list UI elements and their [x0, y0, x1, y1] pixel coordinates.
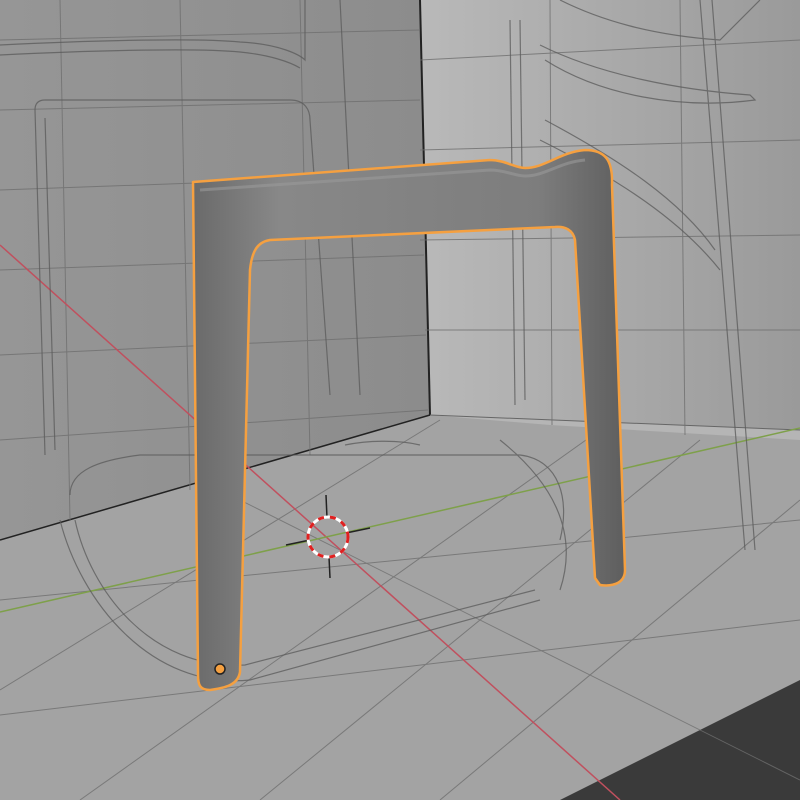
object-origin-point[interactable]	[214, 663, 226, 675]
3d-viewport[interactable]	[0, 0, 800, 800]
